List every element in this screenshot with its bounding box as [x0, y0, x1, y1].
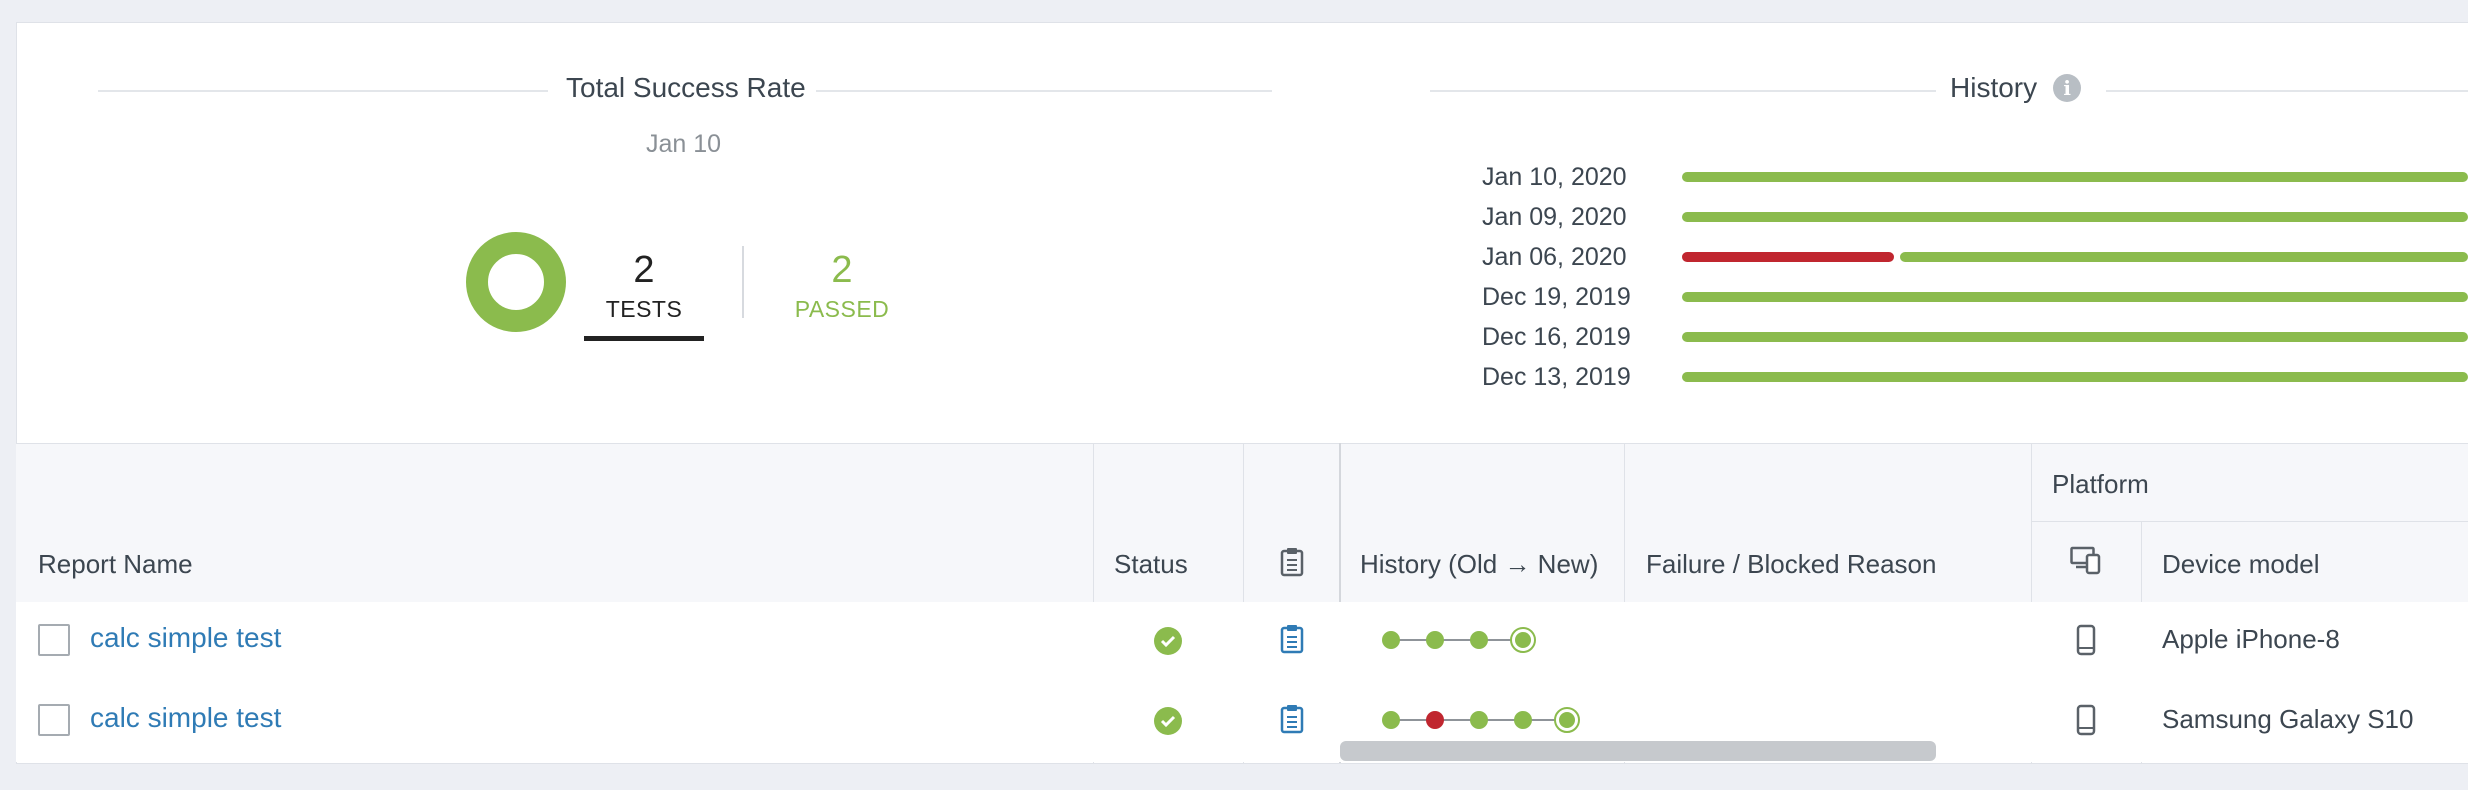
history-passed-dot[interactable]: [1426, 631, 1444, 649]
history-rule-left: [1430, 90, 1936, 92]
history-passed-dot[interactable]: [1554, 707, 1580, 733]
history-passed-dot[interactable]: [1382, 711, 1400, 729]
timeline-connector: [1391, 639, 1523, 641]
history-failed-segment: [1682, 252, 1894, 262]
history-passed-dot[interactable]: [1382, 631, 1400, 649]
device-model-value: Samsung Galaxy S10: [2162, 704, 2414, 734]
history-failed-dot[interactable]: [1426, 711, 1444, 729]
history-passed-segment: [1682, 372, 2468, 382]
report-clipboard-icon[interactable]: [1280, 624, 1304, 659]
history-passed-segment: [1900, 252, 2468, 262]
history-row: Dec 13, 2019: [0, 357, 2468, 397]
history-row: Jan 06, 2020: [0, 237, 2468, 277]
column-device-type[interactable]: [2070, 545, 2102, 582]
history-row: Jan 09, 2020: [0, 197, 2468, 237]
success-rate-date: Jan 10: [646, 130, 722, 158]
success-rate-rule-left: [98, 90, 548, 92]
row-checkbox[interactable]: [38, 624, 70, 656]
history-passed-dot[interactable]: [1470, 631, 1488, 649]
history-bar[interactable]: [1682, 172, 2468, 182]
column-report-icon[interactable]: [1280, 547, 1304, 584]
history-passed-segment: [1682, 292, 2468, 302]
history-date: Dec 13, 2019: [1482, 363, 1631, 391]
history-passed-dot[interactable]: [1510, 627, 1536, 653]
table-row: calc simple test: [16, 602, 2468, 682]
history-rule-right: [2106, 90, 2468, 92]
history-bar[interactable]: [1682, 252, 2468, 262]
report-name-link[interactable]: calc simple test: [90, 702, 281, 734]
success-rate-title: Total Success Rate: [566, 72, 806, 103]
device-model-value: Apple iPhone-8: [2162, 624, 2340, 654]
history-bar[interactable]: [1682, 292, 2468, 302]
report-name-link[interactable]: calc simple test: [90, 622, 281, 654]
history-title: History i: [1950, 72, 2082, 104]
history-row: Jan 10, 2020: [0, 157, 2468, 197]
info-icon[interactable]: i: [2053, 74, 2082, 102]
history-date: Jan 09, 2020: [1482, 203, 1627, 231]
platform-group-divider: [2032, 521, 2468, 522]
history-date: Dec 19, 2019: [1482, 283, 1631, 311]
history-timeline[interactable]: [1382, 627, 1540, 653]
phone-icon: [2076, 624, 2096, 661]
row-checkbox[interactable]: [38, 704, 70, 736]
column-history[interactable]: History (Old → New): [1360, 549, 1598, 580]
history-passed-segment: [1682, 212, 2468, 222]
success-rate-rule-right: [816, 90, 1272, 92]
table-row: calc simple test: [16, 682, 2468, 762]
column-device-model[interactable]: Device model: [2162, 549, 2320, 580]
column-failure-reason[interactable]: Failure / Blocked Reason: [1646, 549, 1936, 580]
history-passed-dot[interactable]: [1514, 711, 1532, 729]
history-bar[interactable]: [1682, 212, 2468, 222]
history-passed-dot[interactable]: [1470, 711, 1488, 729]
history-passed-segment: [1682, 332, 2468, 342]
history-date: Dec 16, 2019: [1482, 323, 1631, 351]
report-clipboard-icon[interactable]: [1280, 704, 1304, 739]
clipboard-icon: [1280, 548, 1304, 577]
history-row: Dec 16, 2019: [0, 317, 2468, 357]
history-date: Jan 06, 2020: [1482, 243, 1627, 271]
history-bar[interactable]: [1682, 372, 2468, 382]
column-status[interactable]: Status: [1114, 549, 1188, 580]
phone-icon: [2076, 704, 2096, 741]
history-timeline[interactable]: [1382, 707, 1584, 733]
history-bar[interactable]: [1682, 332, 2468, 342]
column-report-name[interactable]: Report Name: [38, 549, 193, 580]
status-passed-icon: [1154, 627, 1182, 655]
devices-icon: [2070, 546, 2101, 575]
platform-group-header: Platform: [2052, 469, 2149, 499]
history-passed-segment: [1682, 172, 2468, 182]
history-date: Jan 10, 2020: [1482, 163, 1627, 191]
history-row: Dec 19, 2019: [0, 277, 2468, 317]
status-passed-icon: [1154, 707, 1182, 735]
horizontal-scrollbar[interactable]: [1340, 741, 1936, 761]
